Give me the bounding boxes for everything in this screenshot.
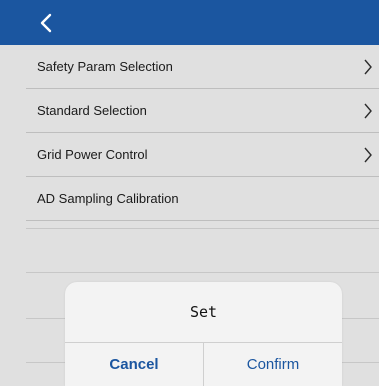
- divider: [26, 272, 379, 273]
- menu-item-label: Standard Selection: [37, 103, 147, 118]
- menu-item-label: Grid Power Control: [37, 147, 148, 162]
- dialog-title: Set: [189, 303, 218, 321]
- menu-item-safety-param-selection[interactable]: Safety Param Selection: [26, 45, 379, 89]
- chevron-right-icon: [363, 59, 373, 75]
- chevron-right-icon: [363, 147, 373, 163]
- confirm-button[interactable]: Confirm: [204, 343, 342, 386]
- set-dialog: Set Cancel Confirm: [65, 282, 342, 386]
- divider: [26, 228, 379, 229]
- chevron-left-icon: [36, 12, 58, 34]
- menu-item-label: Safety Param Selection: [37, 59, 173, 74]
- menu-item-label: AD Sampling Calibration: [37, 191, 179, 206]
- cancel-button[interactable]: Cancel: [65, 343, 203, 386]
- chevron-right-icon: [363, 103, 373, 119]
- menu-item-grid-power-control[interactable]: Grid Power Control: [26, 133, 379, 177]
- menu-item-standard-selection[interactable]: Standard Selection: [26, 89, 379, 133]
- back-button[interactable]: [36, 12, 58, 34]
- menu-item-ad-sampling-calibration[interactable]: AD Sampling Calibration: [26, 177, 379, 221]
- nav-bar: [0, 0, 379, 45]
